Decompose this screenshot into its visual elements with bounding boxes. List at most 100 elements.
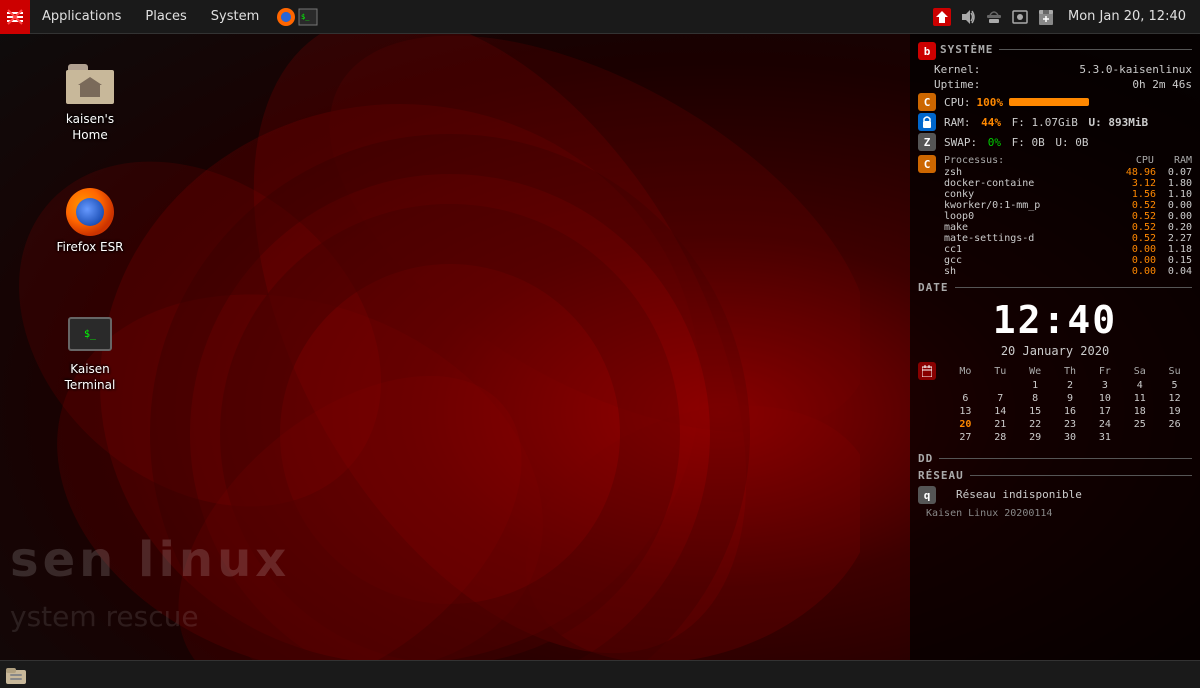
taskbar-right: Mon Jan 20, 12:40	[924, 0, 1200, 33]
cal-day-cell: 15	[1018, 405, 1053, 418]
proc-row: make0.520.20	[944, 222, 1192, 233]
process-list: zsh48.960.07docker-containe3.121.80conky…	[944, 167, 1192, 277]
cal-day-cell: 23	[1053, 418, 1088, 431]
cal-day-cell	[1157, 431, 1192, 444]
calendar: MoTuWeThFrSaSu 1234567891011121314151617…	[948, 366, 1192, 444]
places-menu[interactable]: Places	[133, 0, 198, 33]
systeme-section-title: SYSTÈME	[940, 43, 1192, 56]
files-manager-button[interactable]	[4, 663, 28, 687]
cal-day-cell	[1122, 431, 1157, 444]
proc-row: zsh48.960.07	[944, 167, 1192, 178]
date-section-title: DATE	[918, 281, 1192, 294]
proc-row: cc10.001.18	[944, 244, 1192, 255]
cal-day-cell: 17	[1087, 405, 1122, 418]
swap-label: SWAP:	[944, 136, 977, 149]
cal-day-cell: 6	[948, 392, 983, 405]
terminal-icon[interactable]: $_ Kaisen Terminal	[45, 304, 135, 399]
cal-day-cell	[983, 379, 1018, 392]
cal-day-cell: 5	[1157, 379, 1192, 392]
cal-day-cell: 19	[1157, 405, 1192, 418]
cpu-bar	[1009, 98, 1089, 106]
screenshot-icon[interactable]	[1010, 7, 1030, 27]
dd-section-title: DD	[918, 452, 1192, 465]
proc-col-cpu: CPU	[1136, 155, 1154, 166]
firefox-label: Firefox ESR	[56, 240, 123, 256]
proc-row: sh0.000.04	[944, 266, 1192, 277]
cpu-label: CPU:	[944, 96, 971, 109]
proc-row: conky1.561.10	[944, 189, 1192, 200]
cal-day-cell: 28	[983, 431, 1018, 444]
taskbar-left: Applications Places System $_	[0, 0, 924, 33]
processus-icon: C	[918, 155, 936, 173]
proc-row: kworker/0:1-mm_p0.520.00	[944, 200, 1192, 211]
tray-special-icon[interactable]	[932, 7, 952, 27]
cal-day-cell: 7	[983, 392, 1018, 405]
proc-row: gcc0.000.15	[944, 255, 1192, 266]
cal-day-cell: 25	[1122, 418, 1157, 431]
cal-day-cell: 1	[1018, 379, 1053, 392]
terminal-quicklaunch[interactable]: $_	[297, 6, 319, 28]
cpu-bar-fill	[1009, 98, 1089, 106]
system-menu[interactable]: System	[199, 0, 271, 33]
ram-icon	[918, 113, 936, 131]
cal-day-cell: 18	[1122, 405, 1157, 418]
ram-f: F: 1.07GiB	[1012, 116, 1078, 129]
cal-day-cell: 10	[1087, 392, 1122, 405]
cal-day-cell: 24	[1087, 418, 1122, 431]
cpu-value: 100%	[977, 96, 1004, 109]
network-icon[interactable]	[984, 7, 1004, 27]
cal-day-header: Th	[1053, 366, 1088, 377]
uptime-row: Uptime: 0h 2m 46s	[918, 78, 1192, 91]
cal-day-cell: 2	[1053, 379, 1088, 392]
uptime-value: 0h 2m 46s	[1132, 78, 1192, 91]
kernel-row: Kernel: 5.3.0-kaisenlinux	[918, 63, 1192, 76]
swap-f: F: 0B	[1012, 136, 1045, 149]
swap-u: U: 0B	[1055, 136, 1088, 149]
calendar-icon	[918, 362, 936, 380]
reseau-section-title: RÉSEAU	[918, 469, 1192, 482]
package-icon[interactable]	[1036, 7, 1056, 27]
proc-row: loop00.520.00	[944, 211, 1192, 222]
conky-date: 20 January 2020	[918, 344, 1192, 358]
cal-day-cell: 11	[1122, 392, 1157, 405]
conky-time: 12:40	[918, 298, 1192, 342]
terminal-image: $_	[66, 310, 114, 358]
home-folder-label: kaisen's Home	[51, 112, 129, 143]
proc-row: docker-containe3.121.80	[944, 178, 1192, 189]
cal-day-header: Mo	[948, 366, 983, 377]
bottom-taskbar	[0, 660, 1200, 688]
firefox-quicklaunch[interactable]	[275, 6, 297, 28]
home-folder-image	[66, 60, 114, 108]
conky-footer: Kaisen Linux 20200114	[918, 508, 1192, 519]
cal-day-header: Tu	[983, 366, 1018, 377]
taskbar: Applications Places System $_	[0, 0, 1200, 34]
uptime-label: Uptime:	[934, 78, 980, 91]
proc-row: mate-settings-d0.522.27	[944, 233, 1192, 244]
cal-day-cell: 27	[948, 431, 983, 444]
cpu-icon: C	[918, 93, 936, 111]
cal-day-cell: 26	[1157, 418, 1192, 431]
cal-day-cell: 3	[1087, 379, 1122, 392]
speaker-icon[interactable]	[958, 7, 978, 27]
home-folder-icon[interactable]: kaisen's Home	[45, 54, 135, 149]
cal-day-cell: 14	[983, 405, 1018, 418]
cal-day-cell: 31	[1087, 431, 1122, 444]
kernel-value: 5.3.0-kaisenlinux	[1079, 63, 1192, 76]
cal-day-cell: 21	[983, 418, 1018, 431]
processus-title: Processus:	[944, 155, 1004, 166]
kernel-label: Kernel:	[934, 63, 980, 76]
clock[interactable]: Mon Jan 20, 12:40	[1062, 9, 1192, 24]
conky-clock: 12:40 20 January 2020	[918, 298, 1192, 358]
applications-menu[interactable]: Applications	[30, 0, 133, 33]
cal-day-cell: 4	[1122, 379, 1157, 392]
swap-value: 0%	[988, 136, 1001, 149]
ram-label: RAM:	[944, 116, 971, 129]
cal-day-cell: 20	[948, 418, 983, 431]
cal-day-cell: 29	[1018, 431, 1053, 444]
cal-day-header: Su	[1157, 366, 1192, 377]
kaisen-logo-button[interactable]	[0, 0, 30, 34]
cal-day-cell: 8	[1018, 392, 1053, 405]
ram-value: 44%	[981, 116, 1001, 129]
systeme-icon: b	[918, 42, 936, 60]
firefox-icon[interactable]: Firefox ESR	[45, 182, 135, 262]
